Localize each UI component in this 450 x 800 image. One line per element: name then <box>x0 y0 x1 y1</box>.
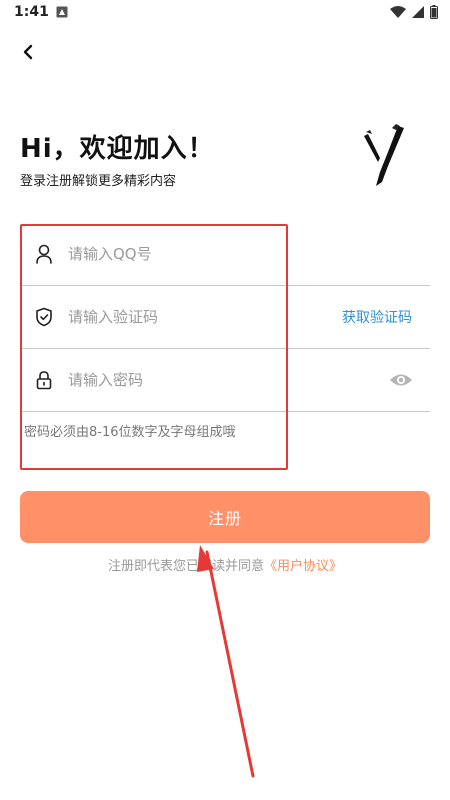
register-screen: 1:41 Hi，欢迎加入！ 登录注册解锁更多精彩内容 请输入QQ号 请输入验证码… <box>0 0 450 800</box>
status-indicators <box>390 5 438 19</box>
status-time: 1:41 <box>14 4 49 20</box>
wifi-icon <box>390 6 406 18</box>
agreement-text: 注册即代表您已阅读并同意《用户协议》 <box>0 555 450 574</box>
notification-icon <box>56 6 68 18</box>
brand-logo <box>364 124 404 186</box>
password-visibility-toggle[interactable] <box>388 371 414 389</box>
shield-icon <box>34 307 54 327</box>
verification-code-input[interactable] <box>68 302 328 332</box>
user-agreement-link[interactable]: 《用户协议》 <box>264 559 342 574</box>
signal-icon <box>412 6 424 18</box>
register-button-label: 注册 <box>207 509 242 528</box>
eye-icon <box>390 374 412 386</box>
page-subtitle: 登录注册解锁更多精彩内容 <box>20 174 177 189</box>
qq-row <box>20 223 430 286</box>
status-bar: 1:41 <box>0 0 450 26</box>
verification-code-row: 获取验证码 <box>20 286 430 349</box>
lock-icon <box>34 370 54 390</box>
battery-icon <box>430 5 438 19</box>
get-code-button[interactable]: 获取验证码 <box>342 307 412 327</box>
back-button[interactable] <box>12 38 44 66</box>
qq-input[interactable] <box>68 239 328 269</box>
password-row <box>20 349 430 412</box>
user-icon <box>34 244 54 264</box>
register-button[interactable]: 注册 <box>20 491 430 543</box>
password-hint: 密码必须由8-16位数字及字母组成哦 <box>24 425 236 440</box>
chevron-left-icon <box>23 44 33 60</box>
agreement-prefix: 注册即代表您已阅读并同意 <box>107 559 264 574</box>
page-title: Hi，欢迎加入！ <box>20 134 215 164</box>
password-input[interactable] <box>68 365 328 395</box>
